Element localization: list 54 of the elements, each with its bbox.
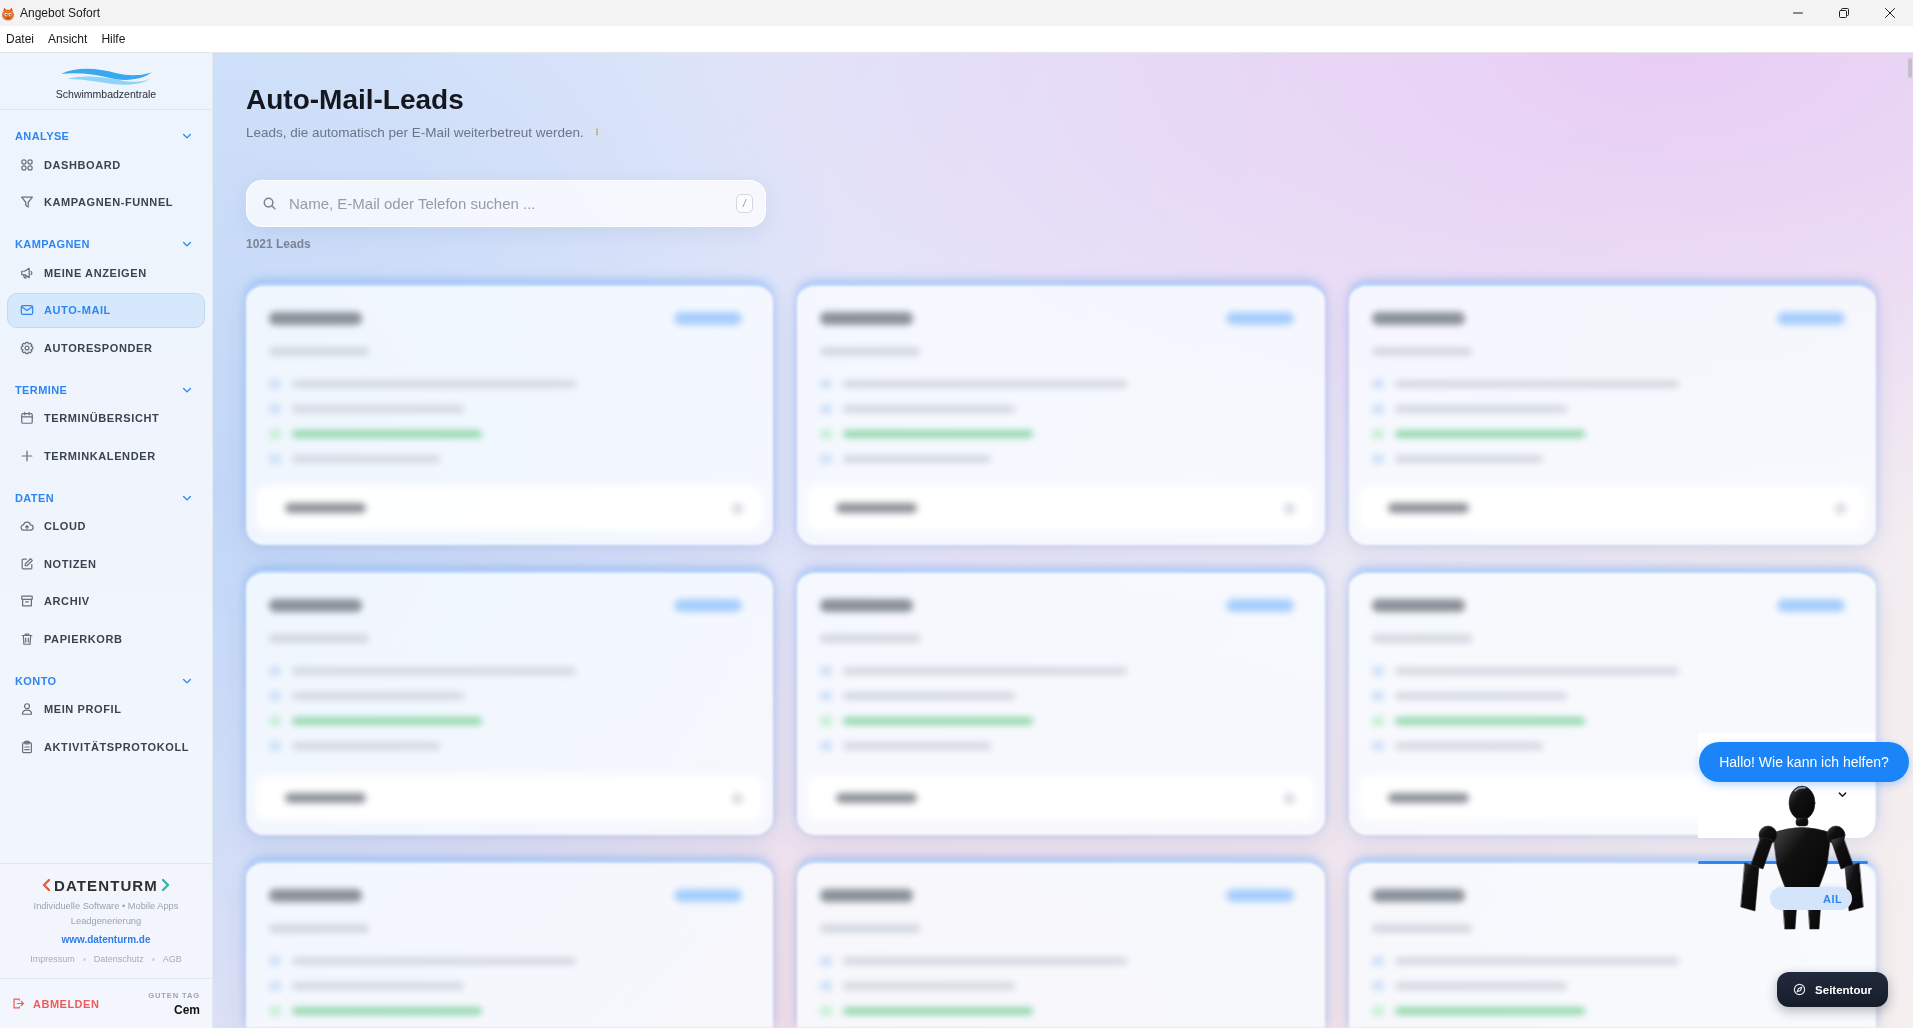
- sidebar-item[interactable]: TERMINÜBERSICHT: [7, 400, 205, 436]
- separator-dot-icon: [82, 957, 86, 961]
- page-tour-button[interactable]: Seitentour: [1777, 972, 1888, 1007]
- close-icon: [1885, 8, 1895, 18]
- chat-greeting-bubble[interactable]: Hallo! Wie kann ich helfen?: [1699, 742, 1909, 782]
- sidebar-item[interactable]: KAMPAGNEN-FUNNEL: [7, 184, 205, 220]
- page-subtitle: Leads, die automatisch per E-Mail weiterbetreut werden.: [246, 124, 584, 140]
- company-logo-text: DATENTURM: [54, 876, 158, 894]
- megaphone-icon: [20, 265, 34, 280]
- user-name: Cem: [174, 1002, 200, 1017]
- separator-dot-icon: [151, 957, 155, 961]
- page-title: Auto-Mail-Leads: [246, 83, 464, 117]
- plus-icon: [20, 448, 34, 463]
- chevron-left-icon: [42, 879, 51, 891]
- company-tagline: Individuelle Software • Mobile Apps: [33, 900, 179, 913]
- sidebar-item[interactable]: CLOUD: [7, 508, 205, 544]
- user-icon: [20, 702, 34, 717]
- brand-name: Schwimmbadzentrale: [55, 88, 157, 100]
- restore-icon: [1839, 8, 1849, 18]
- archive-box-icon: [20, 594, 34, 609]
- shortcut-key: /: [736, 194, 753, 213]
- sidebar-item[interactable]: MEINE ANZEIGEN: [7, 255, 205, 291]
- window-title: Angebot Sofort: [20, 6, 101, 20]
- search-icon: [262, 196, 277, 211]
- envelope-icon: [20, 303, 34, 318]
- lead-count: 1021 Leads: [246, 236, 311, 252]
- menu-item[interactable]: Hilfe: [98, 30, 129, 48]
- sidebar-item[interactable]: NOTIZEN: [7, 546, 205, 582]
- clipboard-icon: [20, 739, 34, 754]
- logout-icon: [12, 997, 25, 1010]
- lead-tag: AIL: [1770, 887, 1852, 910]
- gear-icon: [20, 340, 34, 355]
- sidebar-item[interactable]: AUTORESPONDER: [7, 330, 205, 366]
- menu-item[interactable]: Ansicht: [45, 30, 91, 48]
- website-link[interactable]: www.datenturm.de: [61, 932, 151, 947]
- chevron-right-icon: [161, 879, 170, 891]
- cloud-upload-icon: [20, 519, 34, 534]
- chevron-down-icon[interactable]: [1837, 789, 1848, 800]
- calendar-icon: [20, 411, 34, 426]
- scrollbar-thumb[interactable]: [1908, 58, 1912, 78]
- grid-icon: [20, 157, 34, 172]
- sidebar-item[interactable]: MEIN PROFIL: [7, 691, 205, 727]
- sidebar-item[interactable]: AKTIVITÄTSPROTOKOLL: [7, 729, 205, 765]
- sidebar-item[interactable]: DASHBOARD: [7, 147, 205, 183]
- sidebar-item[interactable]: PAPIERKORB: [7, 621, 205, 657]
- sidebar-item[interactable]: TERMINKALENDER: [7, 438, 205, 474]
- compass-icon: [1793, 983, 1807, 996]
- menu-item[interactable]: Datei: [3, 30, 37, 48]
- company-tagline: Leadgenerierung: [70, 915, 142, 928]
- trash-icon: [20, 631, 34, 646]
- info-icon: [590, 126, 603, 138]
- funnel-icon: [20, 195, 34, 210]
- sidebar-item[interactable]: ARCHIV: [7, 583, 205, 619]
- pencil-square-icon: [20, 556, 34, 571]
